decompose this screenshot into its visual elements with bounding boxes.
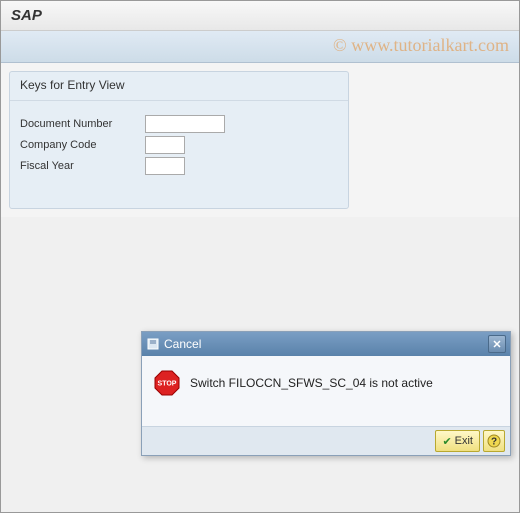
check-icon: ✔ [442,435,451,448]
dialog-titlebar[interactable]: Cancel [142,332,510,356]
help-button[interactable]: ? [483,430,505,452]
group-body: Document Number Company Code Fiscal Year [10,101,348,208]
group-title: Keys for Entry View [10,72,348,101]
app-title: SAP [11,7,42,24]
field-row-fiscal-year: Fiscal Year [20,157,338,175]
dialog-title-icon [146,337,160,351]
input-company-code[interactable] [145,136,185,154]
field-row-company-code: Company Code [20,136,338,154]
content-area: Keys for Entry View Document Number Comp… [1,63,519,217]
dialog-close-button[interactable] [488,335,506,353]
dialog-title: Cancel [164,337,488,351]
input-fiscal-year[interactable] [145,157,185,175]
exit-button[interactable]: ✔ Exit [435,430,480,452]
label-fiscal-year: Fiscal Year [20,160,145,172]
stop-icon: STOP [154,370,180,396]
input-document-number[interactable] [145,115,225,133]
field-row-document-number: Document Number [20,115,338,133]
svg-text:?: ? [491,437,497,448]
dialog-message: Switch FILOCCN_SFWS_SC_04 is not active [190,376,433,390]
app-title-bar: SAP [1,1,519,31]
dialog-footer: ✔ Exit ? [142,426,510,455]
watermark-text: © www.tutorialkart.com [333,35,509,56]
close-icon [492,339,502,349]
help-icon: ? [487,434,501,448]
cancel-dialog: Cancel STOP Switch FILOCCN_SFWS_SC_04 is… [141,331,511,456]
toolbar: © www.tutorialkart.com [1,31,519,63]
dialog-body: STOP Switch FILOCCN_SFWS_SC_04 is not ac… [142,356,510,426]
exit-button-label: Exit [455,435,473,447]
svg-text:STOP: STOP [158,381,177,388]
entry-view-group: Keys for Entry View Document Number Comp… [9,71,349,209]
label-company-code: Company Code [20,139,145,151]
label-document-number: Document Number [20,118,145,130]
